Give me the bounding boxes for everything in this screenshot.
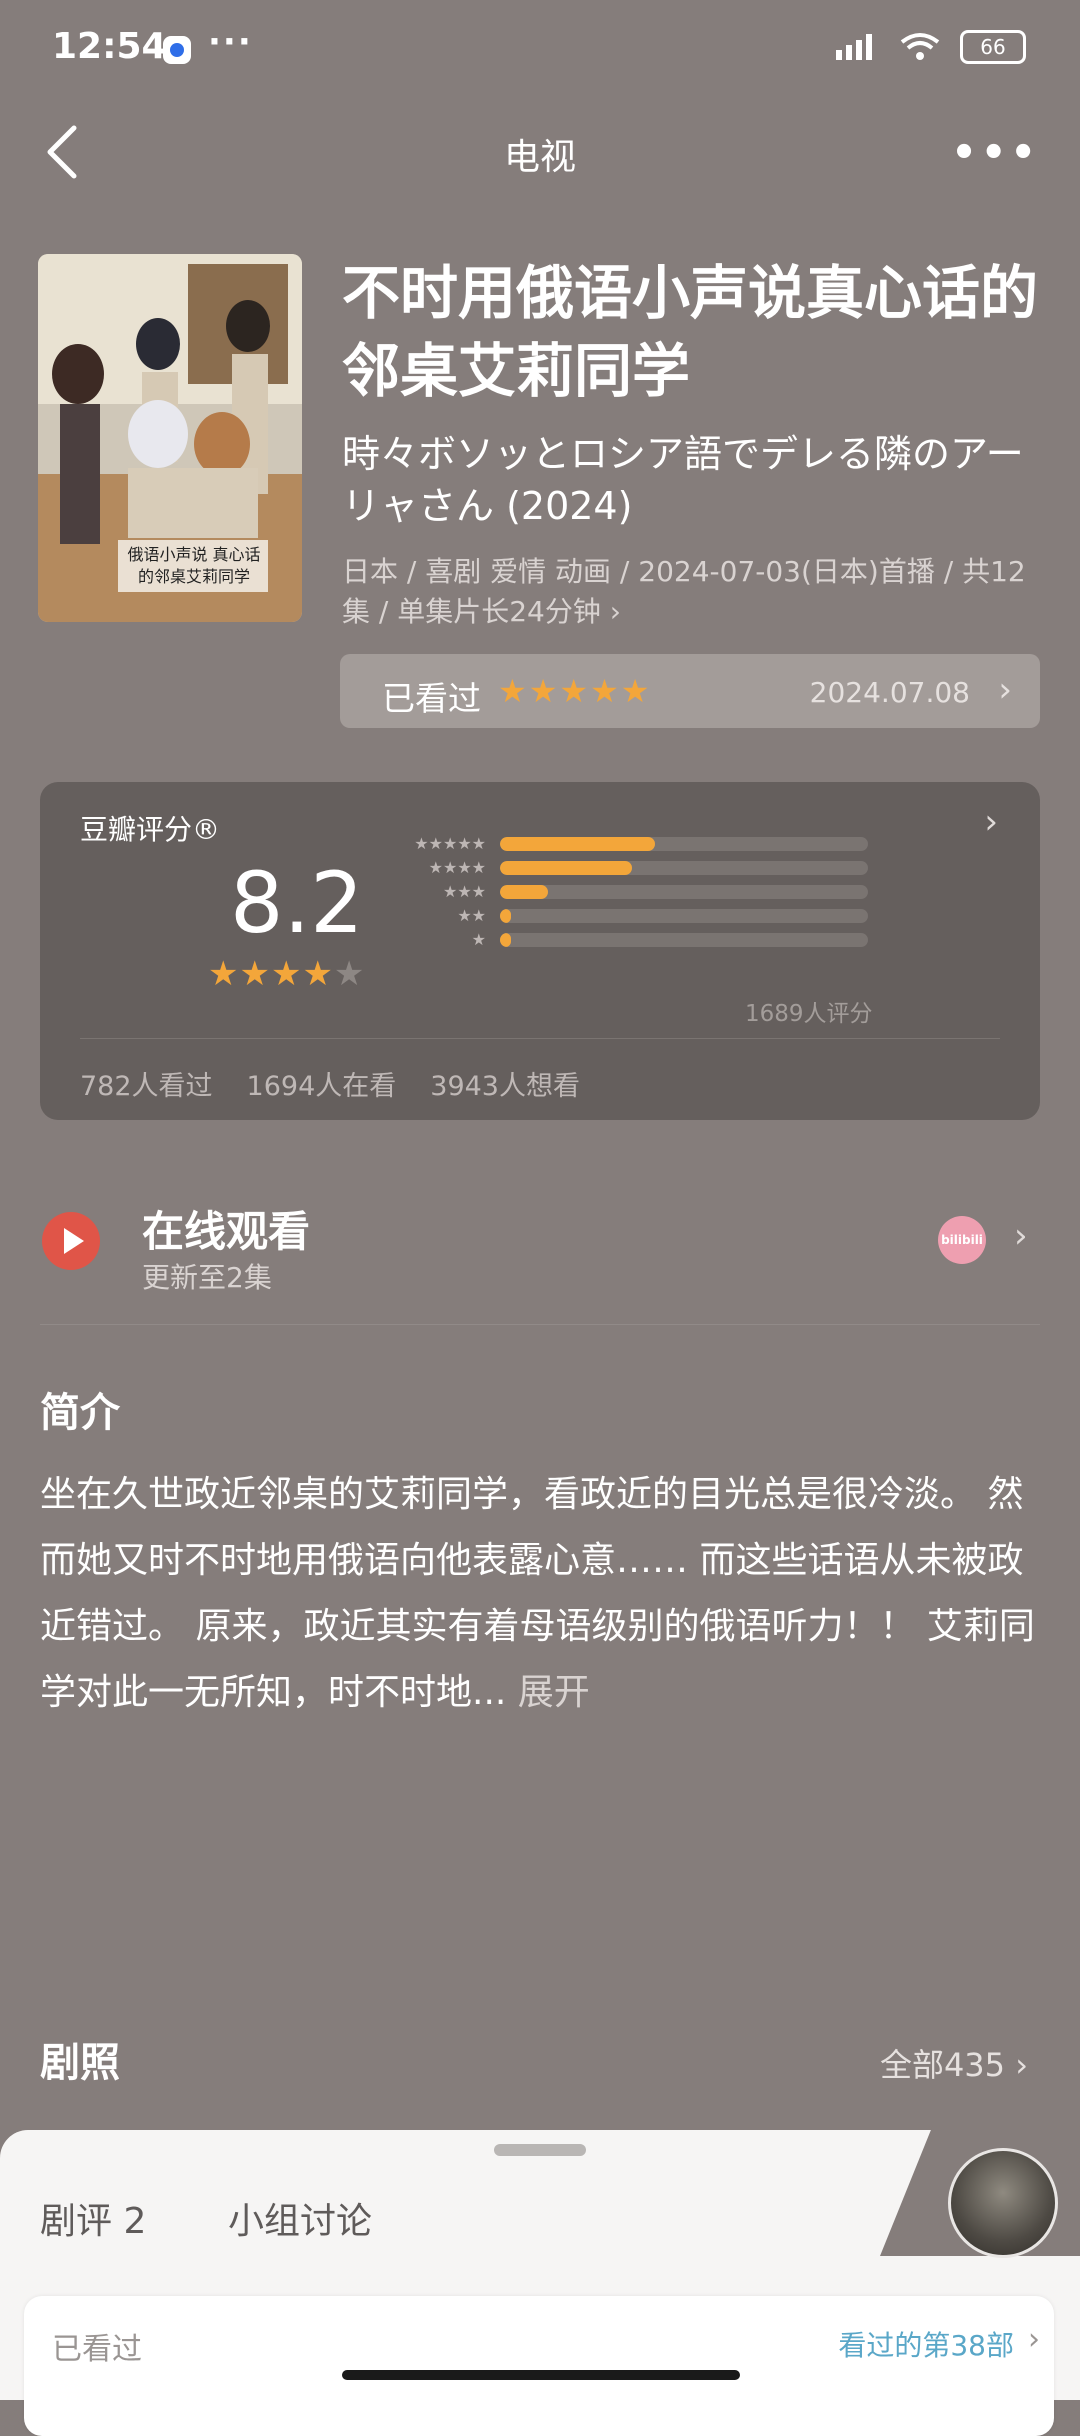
want-count[interactable]: 3943人想看 [430,1064,580,1103]
rating-dist-fill [500,884,548,899]
rating-dist-row: ★★★★ [396,858,868,877]
rating-dist-row: ★ [396,930,868,949]
rating-dist-row: ★★★ [396,882,868,901]
rating-dist-track [500,884,868,899]
bottom-sheet[interactable]: 剧评 2 小组讨论 已看过 看过的第38部 › [0,2126,1080,2436]
show-original-title: 時々ボソッとロシア語でデレる隣のアーリャさん (2024) [342,432,1024,528]
drag-handle[interactable] [494,2144,586,2156]
play-icon[interactable] [42,1212,100,1270]
rating-dist-row: ★★ [396,906,868,925]
chevron-right-icon: › [984,802,998,842]
home-indicator[interactable] [342,2370,740,2380]
stills-all-link[interactable]: 全部435 › [880,2040,1028,2086]
intro-title: 简介 [40,1390,120,1436]
my-rating-stars: ★★★★★ [498,672,652,710]
intro-text: 坐在久世政近邻桌的艾莉同学，看政近的目光总是很冷淡。 然而她又时不时地用俄语向他… [40,1462,1040,1726]
rating-dist-row: ★★★★★ [396,834,868,853]
page-title: 电视 [503,137,576,178]
rating-score: 8.2 [230,854,364,952]
svg-text:俄语小声说 真心话: 俄语小声说 真心话 [127,545,260,564]
signal-icon [836,34,872,60]
rating-dist-fill [500,932,512,947]
chevron-right-icon: › [998,670,1012,710]
rating-dist-track [500,860,868,875]
rating-dist-stars: ★★ [457,906,486,925]
watched-date: 2024.07.08 [809,676,970,709]
watched-summary-card[interactable]: 已看过 看过的第38部 › [24,2296,1054,2436]
rating-dist-track [500,932,868,947]
bilibili-icon[interactable]: bilibili [938,1216,986,1264]
divider [80,1038,1000,1039]
tab-reviews[interactable]: 剧评 2 [40,2192,146,2244]
status-indicators: 66 [834,30,1026,64]
rating-card[interactable]: 豆瓣评分® › 8.2 ★★★★★ ★★★★★ ★★★★ ★★★ ★★ ★ 1689人评… [40,782,1040,1120]
watched-status-bar[interactable]: 已看过 ★★★★★ 2024.07.08 › [340,654,1040,728]
show-meta[interactable]: 日本 / 喜剧 爱情 动画 / 2024-07-03(日本)首播 / 共12集 … [342,552,1042,632]
watching-count[interactable]: 1694人在看 [247,1064,397,1103]
rating-dist-fill [500,908,512,923]
rating-dist-stars: ★★★ [442,882,486,901]
rating-stars: ★★★★★ [208,954,366,994]
app-notification-icon [163,36,191,64]
chevron-right-icon: › [1028,2322,1040,2357]
status-time: 12:54 [52,26,167,67]
divider [40,1324,1040,1325]
stills-all-label: 全部435 [879,2046,1006,2084]
audience-stats: 782人看过 1694人在看 3943人想看 [80,1064,580,1103]
poster-image[interactable]: 俄语小声说 真心话 的邻桌艾莉同学 [38,254,302,622]
rating-title: 豆瓣评分® [80,813,221,846]
rating-count: 1689人评分 [745,1001,873,1027]
rating-dist-track [500,908,868,923]
rating-dist-fill [500,836,655,851]
watched-count[interactable]: 782人看过 [80,1064,213,1103]
user-avatar[interactable] [948,2148,1058,2258]
rating-dist-stars: ★★★★ [428,858,486,877]
tab-group-discussion[interactable]: 小组讨论 [228,2192,372,2244]
more-options-button[interactable]: ••• [951,130,1040,176]
online-watch-title[interactable]: 在线观看 [142,1198,310,1259]
wifi-icon [900,33,940,60]
watched-rank: 看过的第38部 [838,2329,1014,2362]
expand-link[interactable]: 展开 [518,1672,590,1713]
watched-label: 已看过 [382,679,481,718]
rating-dist-fill [500,860,633,875]
rating-dist-track [500,836,868,851]
stills-title: 剧照 [40,2040,120,2086]
watched-summary-label: 已看过 [52,2332,142,2367]
rating-dist-stars: ★ [471,930,486,949]
show-title: 不时用俄语小声说真心话的邻桌艾莉同学 [342,259,1039,405]
svg-text:的邻桌艾莉同学: 的邻桌艾莉同学 [138,567,250,586]
online-watch-update: 更新至2集 [142,1261,272,1294]
chevron-right-icon[interactable]: › [1014,1216,1028,1256]
rating-dist-stars: ★★★★★ [414,834,486,853]
more-notifications-icon: ··· [208,22,253,62]
battery-icon: 66 [960,30,1026,64]
